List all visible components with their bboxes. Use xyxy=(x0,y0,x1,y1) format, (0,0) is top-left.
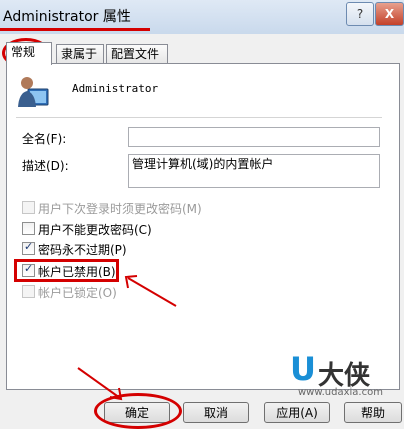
title-annotation-underline xyxy=(0,28,150,31)
tab-member-of[interactable]: 隶属于 xyxy=(56,44,104,63)
checkbox-label: 用户不能更改密码(C) xyxy=(38,223,152,237)
properties-window: Administrator 属性 ? X 常规 隶属于 配置文件 Adminis… xyxy=(0,0,404,429)
description-label: 描述(D): xyxy=(22,159,69,173)
divider xyxy=(16,117,382,118)
brand-url: www.udaxia.com xyxy=(298,387,383,398)
checkbox-label: 帐户已锁定(O) xyxy=(38,286,117,300)
checkbox-box[interactable] xyxy=(22,285,35,298)
checkbox-box[interactable] xyxy=(22,222,35,235)
checkbox-label: 用户下次登录时须更改密码(M) xyxy=(38,202,202,216)
fullname-label: 全名(F): xyxy=(22,132,67,146)
user-avatar-icon xyxy=(18,77,49,107)
account-username: Administrator xyxy=(72,82,159,95)
ok-annotation-circle xyxy=(94,393,182,429)
checkbox-box[interactable]: ✓ xyxy=(22,240,35,255)
checkbox-label: 密码永不过期(P) xyxy=(38,243,127,257)
checkbox-box[interactable] xyxy=(22,201,35,214)
apply-button[interactable]: 应用(A) xyxy=(264,402,330,423)
description-input[interactable]: 管理计算机(域)的内置帐户 xyxy=(128,154,380,188)
checkmark-icon: ✓ xyxy=(24,240,34,253)
tab-profile[interactable]: 配置文件 xyxy=(106,44,168,63)
window-title: Administrator 属性 xyxy=(3,9,131,25)
help-button-bottom[interactable]: 帮助 xyxy=(344,402,402,423)
arrow-annotation-icon xyxy=(124,275,177,307)
account-disabled-annotation-box xyxy=(14,259,119,282)
brand-logo-u: U xyxy=(290,350,316,388)
cancel-button[interactable]: 取消 xyxy=(183,402,249,423)
help-button[interactable]: ? xyxy=(346,2,374,26)
fullname-input[interactable] xyxy=(128,127,380,147)
close-icon: X xyxy=(384,7,395,21)
tab-general[interactable]: 常规 xyxy=(6,42,52,65)
close-button[interactable]: X xyxy=(375,2,404,26)
title-bar: Administrator 属性 ? X xyxy=(0,0,404,34)
